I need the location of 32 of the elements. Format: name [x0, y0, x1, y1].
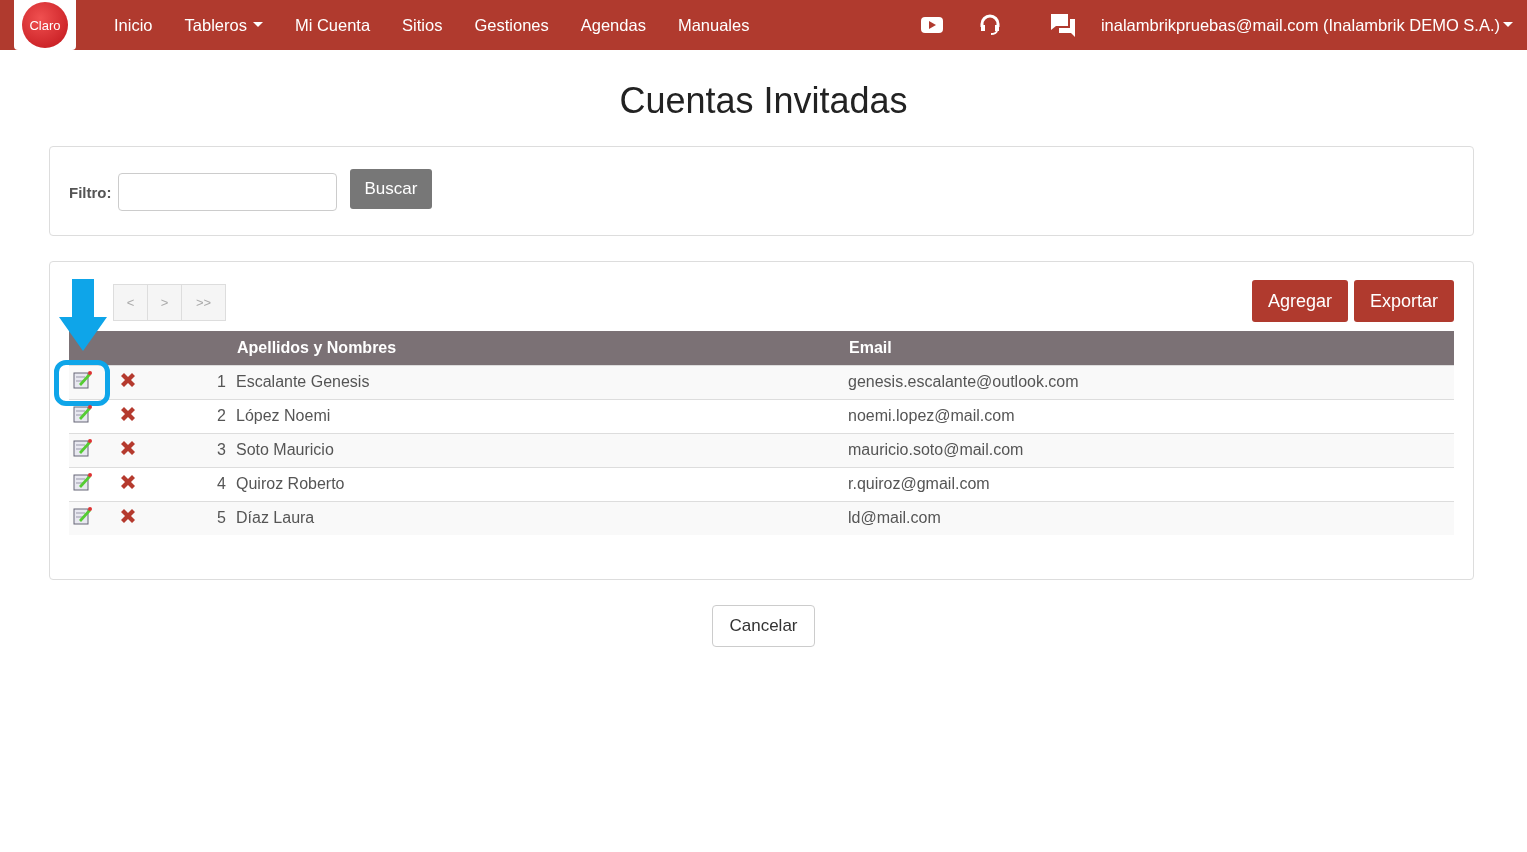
nav-link[interactable]: Sitios — [386, 15, 459, 35]
row-number: 5 — [191, 501, 236, 535]
nav-link[interactable]: Gestiones — [458, 15, 565, 35]
table-cell: genesis.escalante@outlook.com — [848, 365, 1454, 399]
nav-link[interactable]: Agendas — [564, 15, 662, 35]
nav-link[interactable]: Tableros — [168, 15, 279, 35]
row-number: 3 — [191, 433, 236, 467]
add-button[interactable]: Agregar — [1251, 280, 1348, 322]
table-cell: Soto Mauricio — [236, 433, 848, 467]
export-button[interactable]: Exportar — [1353, 280, 1454, 322]
table-cell: mauricio.soto@mail.com — [848, 433, 1454, 467]
filter-label: Filtro: — [69, 183, 112, 201]
row-number: 2 — [191, 399, 236, 433]
page-title: Cuentas Invitadas — [618, 80, 909, 122]
search-button[interactable]: Buscar — [349, 169, 433, 209]
column-header: Apellidos y Nombres — [236, 331, 848, 365]
cancel-button[interactable]: Cancelar — [712, 605, 815, 647]
table-cell: Quiroz Roberto — [236, 467, 848, 501]
user-menu[interactable]: inalambrikpruebas@mail.com (Inalambrik DEMO S.A.) — [1094, 15, 1527, 35]
table-cell: López Noemi — [236, 399, 848, 433]
logo[interactable]: Claro — [22, 2, 68, 48]
row-number: 4 — [191, 467, 236, 501]
nav-link[interactable]: Mi Cuenta — [278, 15, 387, 35]
table-cell: Díaz Laura — [236, 501, 848, 535]
table-cell: r.quiroz@gmail.com — [848, 467, 1454, 501]
column-header: Email — [848, 331, 1454, 365]
table-cell: ld@mail.com — [848, 501, 1454, 535]
table-cell: noemi.lopez@mail.com — [848, 399, 1454, 433]
nav-link[interactable]: Inicio — [98, 15, 169, 35]
table-cell: Escalante Genesis — [236, 365, 848, 399]
nav-link[interactable]: Manuales — [661, 15, 766, 35]
row-number: 1 — [191, 365, 236, 399]
